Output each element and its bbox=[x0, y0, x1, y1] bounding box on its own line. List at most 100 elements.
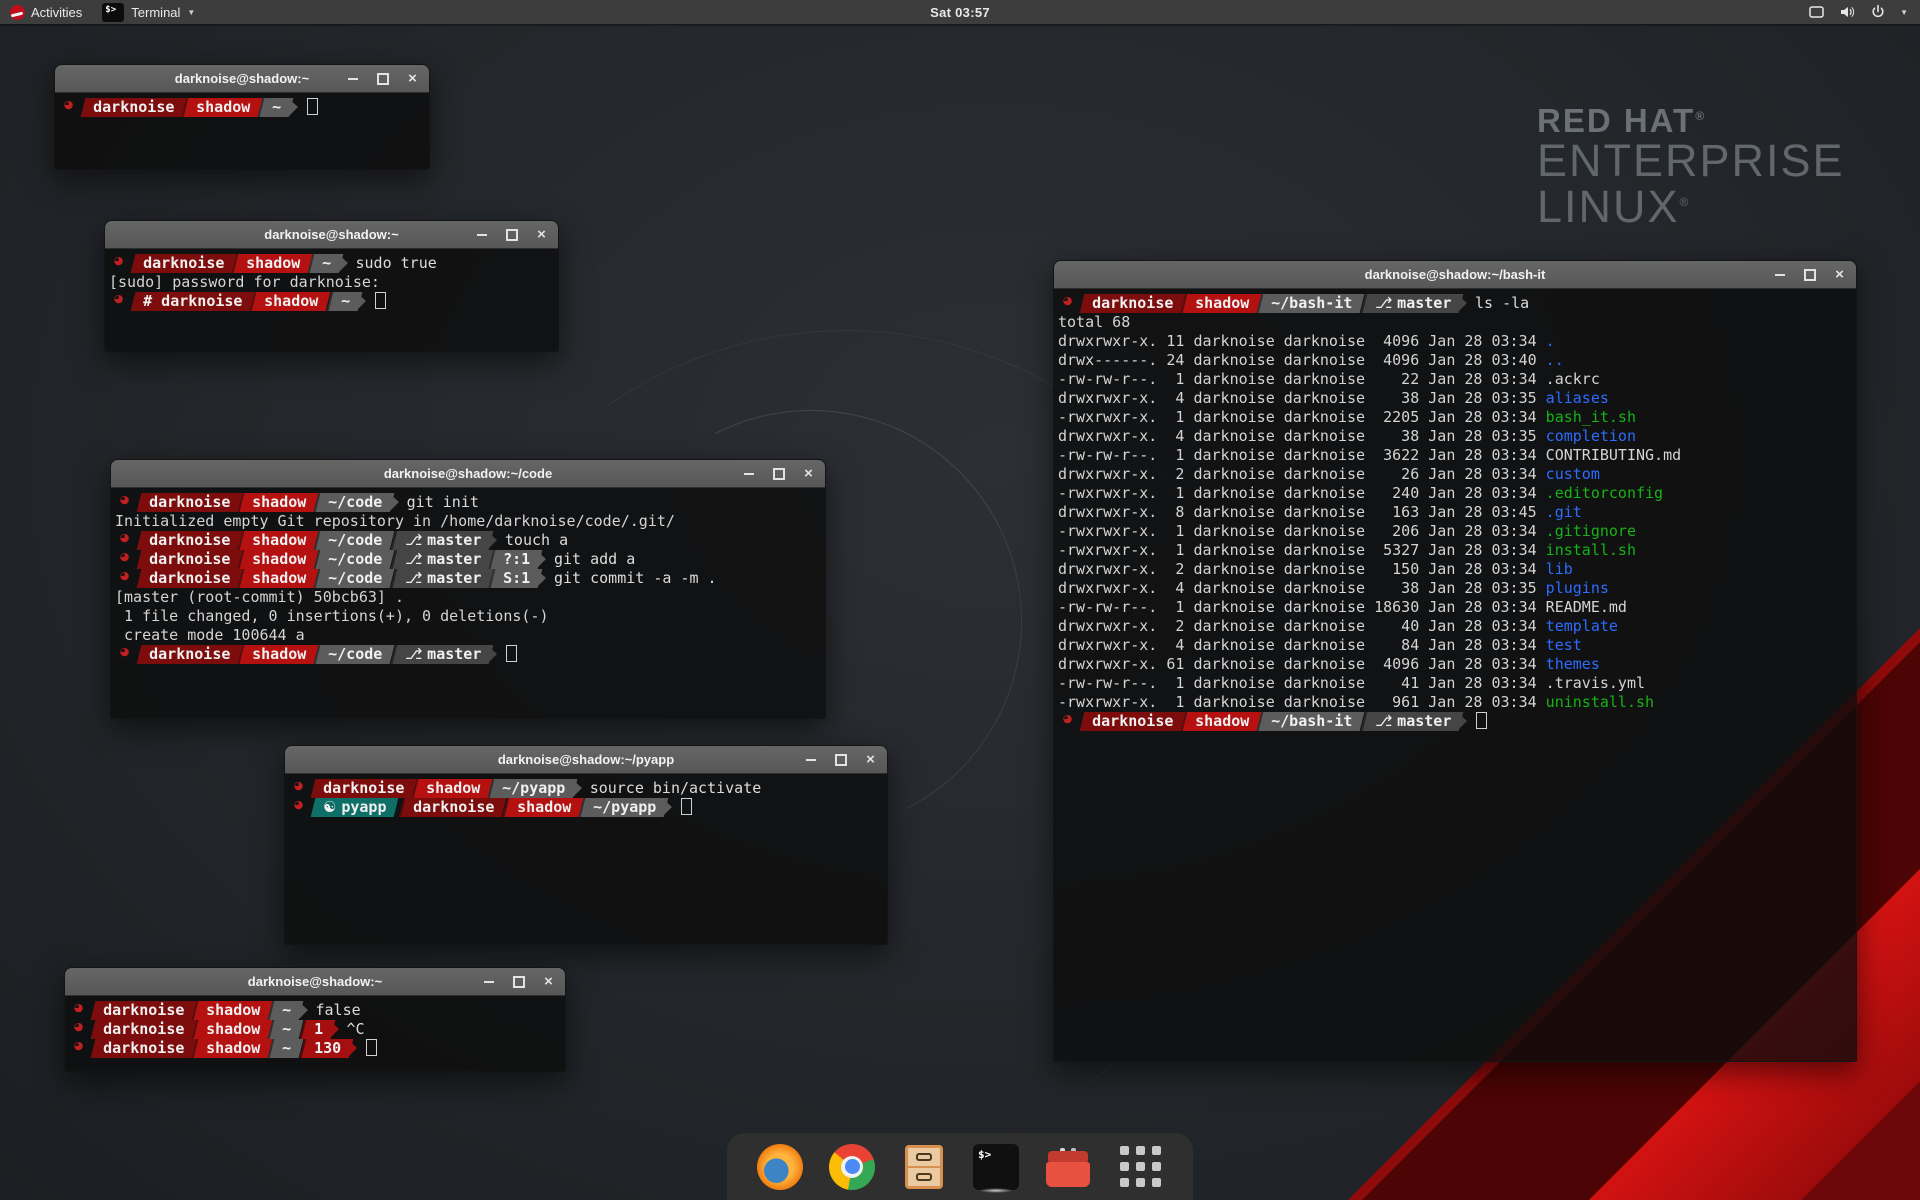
maximize-button[interactable] bbox=[1803, 268, 1816, 281]
terminal-window-sudo: darknoise@shadow:~ × ◕darknoiseshadow~su… bbox=[104, 220, 559, 352]
terminal-content[interactable]: ◕darknoiseshadow~false◕darknoiseshadow~1… bbox=[65, 996, 565, 1071]
terminal-window-pyapp: darknoise@shadow:~/pyapp × ◕darknoisesha… bbox=[284, 745, 888, 945]
minimize-button[interactable] bbox=[804, 753, 817, 766]
registered-mark: ® bbox=[1695, 109, 1706, 123]
distro-icon: ◕ bbox=[109, 292, 128, 305]
distro-icon: ◕ bbox=[59, 98, 78, 111]
dock-item-chrome[interactable] bbox=[829, 1142, 875, 1192]
ls-line: drwxrwxr-x. 8 darknoise darknoise 163 Ja… bbox=[1058, 503, 1856, 522]
prompt-segment-path: ~/code bbox=[314, 531, 395, 550]
prompt-segment-path: ~ bbox=[268, 1039, 304, 1058]
app-menu-terminal[interactable]: $> Terminal ▼ bbox=[92, 0, 205, 24]
dock-item-firefox[interactable] bbox=[757, 1142, 803, 1192]
dock-item-terminal[interactable]: $> bbox=[973, 1142, 1019, 1192]
prompt-segment-host: shadow bbox=[182, 98, 263, 117]
window-titlebar[interactable]: darknoise@shadow:~ × bbox=[55, 65, 429, 93]
prompt-segment-git: ⎇ master bbox=[390, 550, 493, 569]
prompt-segment-path: ~/code bbox=[314, 550, 395, 569]
prompt-segment-git: ⎇ master bbox=[390, 645, 493, 664]
close-button[interactable]: × bbox=[535, 228, 548, 241]
prompt-segment-user: darknoise bbox=[137, 493, 243, 512]
distro-icon: ◕ bbox=[289, 779, 308, 792]
terminal-cursor bbox=[506, 645, 517, 662]
minimize-button[interactable] bbox=[475, 228, 488, 241]
file-attributes: drwxrwxr-x. 61 darknoise darknoise 4096 … bbox=[1058, 655, 1546, 673]
file-name: .git bbox=[1546, 503, 1582, 521]
ls-line: drwx------. 24 darknoise darknoise 4096 … bbox=[1058, 351, 1856, 370]
prompt-line: ◕darknoiseshadow~/code⎇ master bbox=[115, 645, 825, 664]
dock-item-toolbox[interactable] bbox=[1045, 1142, 1091, 1192]
prompt-segment-host: shadow bbox=[1181, 712, 1262, 731]
file-name: .travis.yml bbox=[1546, 674, 1645, 692]
dock-item-files[interactable] bbox=[901, 1142, 947, 1192]
close-button[interactable]: × bbox=[802, 467, 815, 480]
terminal-content[interactable]: ◕darknoiseshadow~ bbox=[55, 93, 429, 169]
maximize-button[interactable] bbox=[376, 72, 389, 85]
maximize-button[interactable] bbox=[772, 467, 785, 480]
prompt-segment-user: darknoise bbox=[1080, 294, 1186, 313]
chrome-icon bbox=[829, 1144, 875, 1190]
prompt-line: ◕darknoiseshadow~/code⎇ mastertouch a bbox=[115, 531, 825, 550]
top-bar: Activities $> Terminal ▼ Sat 03:57 ▼ bbox=[0, 0, 1920, 24]
ls-line: drwxrwxr-x. 4 darknoise darknoise 38 Jan… bbox=[1058, 579, 1856, 598]
terminal-content[interactable]: ◕darknoiseshadow~/codegit initInitialize… bbox=[111, 488, 825, 718]
desktop: RED HAT® ENTERPRISE LINUX® Activities $>… bbox=[0, 0, 1920, 1200]
window-titlebar[interactable]: darknoise@shadow:~ × bbox=[65, 968, 565, 996]
maximize-button[interactable] bbox=[512, 975, 525, 988]
minimize-button[interactable] bbox=[742, 467, 755, 480]
dock-item-app-grid[interactable] bbox=[1117, 1142, 1163, 1192]
terminal-content[interactable]: ◕darknoiseshadow~/pyappsource bin/activa… bbox=[285, 774, 887, 944]
window-title: darknoise@shadow:~ bbox=[175, 71, 309, 86]
prompt-segment-host: shadow bbox=[238, 550, 319, 569]
file-name: custom bbox=[1546, 465, 1600, 483]
chevron-down-icon: ▼ bbox=[187, 8, 195, 17]
prompt-segment-git: ⎇ master bbox=[390, 531, 493, 550]
minimize-button[interactable] bbox=[482, 975, 495, 988]
brand-enterprise: ENTERPRISE bbox=[1537, 138, 1845, 184]
prompt-segment-path: ~ bbox=[258, 98, 294, 117]
ls-line: -rwxrwxr-x. 1 darknoise darknoise 5327 J… bbox=[1058, 541, 1856, 560]
maximize-button[interactable] bbox=[834, 753, 847, 766]
command-text: ^C bbox=[339, 1020, 365, 1038]
minimize-button[interactable] bbox=[1773, 268, 1786, 281]
minimize-button[interactable] bbox=[346, 72, 359, 85]
window-titlebar[interactable]: darknoise@shadow:~/pyapp × bbox=[285, 746, 887, 774]
terminal-window-home-1: darknoise@shadow:~ × ◕darknoiseshadow~ bbox=[54, 64, 430, 170]
ls-line: drwxrwxr-x. 4 darknoise darknoise 38 Jan… bbox=[1058, 427, 1856, 446]
volume-icon bbox=[1839, 4, 1856, 20]
clock[interactable]: Sat 03:57 bbox=[930, 5, 990, 20]
running-indicator bbox=[979, 1188, 1013, 1193]
close-button[interactable]: × bbox=[542, 975, 555, 988]
terminal-content[interactable]: ◕darknoiseshadow~sudo true[sudo] passwor… bbox=[105, 249, 558, 351]
prompt-segment-user: darknoise bbox=[137, 550, 243, 569]
system-status-area[interactable]: ▼ bbox=[1808, 4, 1920, 20]
prompt-line: ◕darknoiseshadow~false bbox=[69, 1001, 565, 1020]
close-button[interactable]: × bbox=[1833, 268, 1846, 281]
file-attributes: drwxrwxr-x. 11 darknoise darknoise 4096 … bbox=[1058, 332, 1546, 350]
terminal-mini-icon: $> bbox=[102, 3, 124, 22]
prompt-segment-host: shadow bbox=[232, 254, 313, 273]
window-titlebar[interactable]: darknoise@shadow:~ × bbox=[105, 221, 558, 249]
prompt-segment-user: darknoise bbox=[137, 645, 243, 664]
terminal-cursor bbox=[375, 292, 386, 309]
terminal-content[interactable]: ◕darknoiseshadow~/bash-it⎇ masterls -lat… bbox=[1054, 289, 1856, 1061]
close-button[interactable]: × bbox=[406, 72, 419, 85]
window-titlebar[interactable]: darknoise@shadow:~/code × bbox=[111, 460, 825, 488]
output-line: total 68 bbox=[1058, 313, 1856, 332]
distro-icon: ◕ bbox=[69, 1039, 88, 1052]
window-titlebar[interactable]: darknoise@shadow:~/bash-it × bbox=[1054, 261, 1856, 289]
file-name: themes bbox=[1546, 655, 1600, 673]
distro-icon: ◕ bbox=[115, 531, 134, 544]
file-name: .gitignore bbox=[1546, 522, 1636, 540]
activities-label: Activities bbox=[31, 5, 82, 20]
file-attributes: -rwxrwxr-x. 1 darknoise darknoise 5327 J… bbox=[1058, 541, 1546, 559]
file-name: lib bbox=[1546, 560, 1573, 578]
activities-button[interactable]: Activities bbox=[0, 0, 92, 24]
file-name: install.sh bbox=[1546, 541, 1636, 559]
output-line: [sudo] password for darknoise: bbox=[109, 273, 558, 292]
prompt-line: ◕darknoiseshadow~sudo true bbox=[109, 254, 558, 273]
maximize-button[interactable] bbox=[505, 228, 518, 241]
ls-line: -rwxrwxr-x. 1 darknoise darknoise 206 Ja… bbox=[1058, 522, 1856, 541]
prompt-segment-user: darknoise bbox=[91, 1001, 197, 1020]
close-button[interactable]: × bbox=[864, 753, 877, 766]
